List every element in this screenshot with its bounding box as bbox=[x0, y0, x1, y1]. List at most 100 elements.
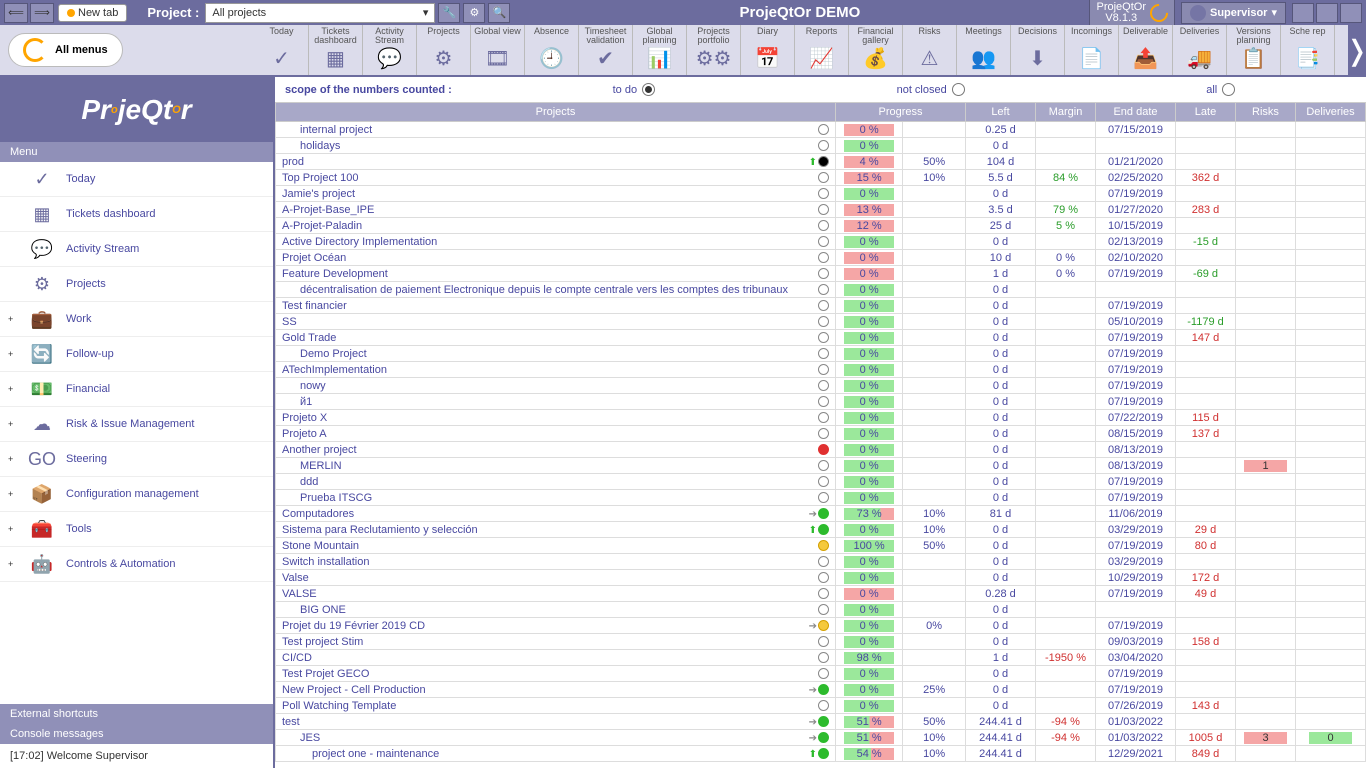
external-shortcuts-header[interactable]: External shortcuts bbox=[0, 704, 273, 724]
new-tab-button[interactable]: New tab bbox=[58, 4, 127, 22]
table-row[interactable]: Test financier0 %0 d07/19/2019 bbox=[276, 298, 1366, 314]
table-row[interactable]: nowy0 %0 d07/19/2019 bbox=[276, 378, 1366, 394]
table-row[interactable]: Top Project 10015 %10%5.5 d84 %02/25/202… bbox=[276, 170, 1366, 186]
table-row[interactable]: holidays0 %0 d bbox=[276, 138, 1366, 154]
table-row[interactable]: й10 %0 d07/19/2019 bbox=[276, 394, 1366, 410]
iconbar-today[interactable]: Today✓ bbox=[255, 25, 309, 75]
iconbar-tickets-dashboard[interactable]: Tickets dashboard▦ bbox=[309, 25, 363, 75]
table-row[interactable]: Projeto X0 %0 d07/22/2019115 d bbox=[276, 410, 1366, 426]
nav-back[interactable]: ⟸ bbox=[4, 3, 28, 23]
menu-follow-up[interactable]: +🔄Follow-up bbox=[0, 337, 273, 372]
menu-steering[interactable]: +GOSteering bbox=[0, 442, 273, 477]
table-row[interactable]: internal project0 %0.25 d07/15/2019 bbox=[276, 122, 1366, 138]
iconbar-diary[interactable]: Diary📅 bbox=[741, 25, 795, 75]
table-row[interactable]: New Project - Cell Production➔0 %25%0 d0… bbox=[276, 682, 1366, 698]
table-row[interactable]: Feature Development0 %1 d0 %07/19/2019-6… bbox=[276, 266, 1366, 282]
iconbar-decisions[interactable]: Decisions⬇ bbox=[1011, 25, 1065, 75]
iconbar-risks[interactable]: Risks⚠ bbox=[903, 25, 957, 75]
gear-icon[interactable]: ⚙ bbox=[463, 3, 485, 23]
iconbar-sche-rep[interactable]: Sche rep📑 bbox=[1281, 25, 1335, 75]
table-row[interactable]: ATechImplementation0 %0 d07/19/2019 bbox=[276, 362, 1366, 378]
all-menus-button[interactable]: All menus bbox=[8, 33, 123, 67]
table-row[interactable]: ddd0 %0 d07/19/2019 bbox=[276, 474, 1366, 490]
iconbar-absence[interactable]: Absence🕘 bbox=[525, 25, 579, 75]
col-projects[interactable]: Projects bbox=[276, 103, 836, 122]
iconbar-next[interactable]: ❭ bbox=[1348, 25, 1366, 75]
iconbar-global-planning[interactable]: Global planning📊 bbox=[633, 25, 687, 75]
table-row[interactable]: A-Projet-Paladin12 %25 d5 %10/15/2019 bbox=[276, 218, 1366, 234]
iconbar-timesheet-validation[interactable]: Timesheet validation✔ bbox=[579, 25, 633, 75]
menu-tools[interactable]: +🧰Tools bbox=[0, 512, 273, 547]
iconbar-reports[interactable]: Reports📈 bbox=[795, 25, 849, 75]
sidebar: ProjeQtOr Menu ✓Today▦Tickets dashboard💬… bbox=[0, 77, 275, 768]
menu-header: Menu bbox=[0, 142, 273, 162]
layout-toggle-icon[interactable] bbox=[1292, 3, 1314, 23]
table-row[interactable]: Stone Mountain100 %50%0 d07/19/201980 d bbox=[276, 538, 1366, 554]
menu-work[interactable]: +💼Work bbox=[0, 302, 273, 337]
table-row[interactable]: Valse0 %0 d10/29/2019172 d bbox=[276, 570, 1366, 586]
user-menu[interactable]: Supervisor▾ bbox=[1181, 2, 1286, 24]
iconbar-incomings[interactable]: Incomings📄 bbox=[1065, 25, 1119, 75]
iconbar-activity-stream[interactable]: Activity Stream💬 bbox=[363, 25, 417, 75]
scope-all[interactable]: all bbox=[1206, 83, 1235, 96]
iconbar-meetings[interactable]: Meetings👥 bbox=[957, 25, 1011, 75]
table-row[interactable]: VALSE0 %0.28 d07/19/201949 d bbox=[276, 586, 1366, 602]
table-row[interactable]: Projeto A0 %0 d08/15/2019137 d bbox=[276, 426, 1366, 442]
menu-configuration-management[interactable]: +📦Configuration management bbox=[0, 477, 273, 512]
scope-notclosed[interactable]: not closed bbox=[897, 83, 965, 96]
table-row[interactable]: JES➔51 %10%244.41 d-94 %01/03/20221005 d… bbox=[276, 730, 1366, 746]
table-row[interactable]: Test project Stim0 %0 d09/03/2019158 d bbox=[276, 634, 1366, 650]
table-row[interactable]: Sistema para Reclutamiento y selección⬆0… bbox=[276, 522, 1366, 538]
wrench-icon[interactable]: 🔧 bbox=[438, 3, 460, 23]
col-late[interactable]: Late bbox=[1176, 103, 1236, 122]
menu-tickets-dashboard[interactable]: ▦Tickets dashboard bbox=[0, 197, 273, 232]
table-row[interactable]: BIG ONE0 %0 d bbox=[276, 602, 1366, 618]
search-icon[interactable]: 🔍 bbox=[488, 3, 510, 23]
table-row[interactable]: MERLIN0 %0 d08/13/20191 bbox=[276, 458, 1366, 474]
table-row[interactable]: Another project0 %0 d08/13/2019 bbox=[276, 442, 1366, 458]
fullscreen-icon[interactable] bbox=[1316, 3, 1338, 23]
menu-activity-stream[interactable]: 💬Activity Stream bbox=[0, 232, 273, 267]
table-row[interactable]: test➔51 %50%244.41 d-94 %01/03/2022 bbox=[276, 714, 1366, 730]
scope-todo[interactable]: to do bbox=[613, 83, 655, 96]
table-row[interactable]: Poll Watching Template0 %0 d07/26/201914… bbox=[276, 698, 1366, 714]
col-deliveries[interactable]: Deliveries bbox=[1296, 103, 1366, 122]
col-progress[interactable]: Progress bbox=[836, 103, 966, 122]
window-icon[interactable] bbox=[1340, 3, 1362, 23]
table-row[interactable]: Jamie's project0 %0 d07/19/2019 bbox=[276, 186, 1366, 202]
table-row[interactable]: décentralisation de paiement Electroniqu… bbox=[276, 282, 1366, 298]
iconbar-projects-portfolio[interactable]: Projects portfolio⚙⚙ bbox=[687, 25, 741, 75]
menu-controls-automation[interactable]: +🤖Controls & Automation bbox=[0, 547, 273, 582]
table-row[interactable]: Prueba ITSCG0 %0 d07/19/2019 bbox=[276, 490, 1366, 506]
col-risks[interactable]: Risks bbox=[1236, 103, 1296, 122]
table-row[interactable]: project one - maintenance⬆54 %10%244.41 … bbox=[276, 746, 1366, 762]
menu-projects[interactable]: ⚙Projects bbox=[0, 267, 273, 302]
iconbar-projects[interactable]: Projects⚙ bbox=[417, 25, 471, 75]
table-row[interactable]: Active Directory Implementation0 %0 d02/… bbox=[276, 234, 1366, 250]
col-margin[interactable]: Margin bbox=[1036, 103, 1096, 122]
col-end[interactable]: End date bbox=[1096, 103, 1176, 122]
table-row[interactable]: Projet du 19 Février 2019 CD➔0 %0%0 d07/… bbox=[276, 618, 1366, 634]
iconbar-global-view[interactable]: Global view🎞 bbox=[471, 25, 525, 75]
table-row[interactable]: SS0 %0 d05/10/2019-1179 d bbox=[276, 314, 1366, 330]
iconbar-deliverable[interactable]: Deliverable📤 bbox=[1119, 25, 1173, 75]
menu-risk-issue-management[interactable]: +☁Risk & Issue Management bbox=[0, 407, 273, 442]
table-row[interactable]: Gold Trade0 %0 d07/19/2019147 d bbox=[276, 330, 1366, 346]
table-row[interactable]: A-Projet-Base_IPE13 %3.5 d79 %01/27/2020… bbox=[276, 202, 1366, 218]
project-selector[interactable]: All projects▾ bbox=[205, 3, 435, 23]
table-row[interactable]: Computadores➔73 %10%81 d11/06/2019 bbox=[276, 506, 1366, 522]
iconbar-versions-planning[interactable]: Versions planning📋 bbox=[1227, 25, 1281, 75]
menu-financial[interactable]: +💵Financial bbox=[0, 372, 273, 407]
iconbar-financial-gallery[interactable]: Financial gallery💰 bbox=[849, 25, 903, 75]
menu-today[interactable]: ✓Today bbox=[0, 162, 273, 197]
table-row[interactable]: Demo Project0 %0 d07/19/2019 bbox=[276, 346, 1366, 362]
table-row[interactable]: Switch installation0 %0 d03/29/2019 bbox=[276, 554, 1366, 570]
iconbar-deliveries[interactable]: Deliveries🚚 bbox=[1173, 25, 1227, 75]
col-left[interactable]: Left bbox=[966, 103, 1036, 122]
console-header[interactable]: Console messages bbox=[0, 724, 273, 744]
table-row[interactable]: CI/CD98 %1 d-1950 %03/04/2020 bbox=[276, 650, 1366, 666]
table-row[interactable]: Test Projet GECO0 %0 d07/19/2019 bbox=[276, 666, 1366, 682]
nav-forward[interactable]: ⟹ bbox=[30, 3, 54, 23]
table-row[interactable]: prod⬆4 %50%104 d01/21/2020 bbox=[276, 154, 1366, 170]
table-row[interactable]: Projet Océan0 %10 d0 %02/10/2020 bbox=[276, 250, 1366, 266]
